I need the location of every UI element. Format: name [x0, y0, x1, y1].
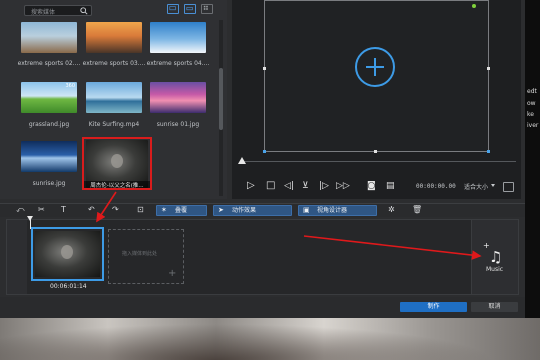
media-caption: sunrise 01.jpg — [156, 121, 200, 128]
resize-handle[interactable] — [263, 150, 266, 153]
cancel-label: 取消 — [488, 303, 501, 310]
media-thumbnail[interactable] — [21, 22, 77, 53]
media-caption: extreme sports 04.... — [146, 60, 210, 67]
resize-handle[interactable] — [487, 150, 490, 153]
external-preview-button[interactable] — [503, 182, 514, 192]
drop-hint: 拖入媒体到此处 — [122, 251, 158, 257]
media-caption: extreme sports 03.... — [82, 60, 146, 67]
clip-duration: 00:06:01:14 — [50, 283, 87, 290]
track-header — [7, 220, 27, 294]
playhead-marker[interactable] — [27, 216, 33, 221]
media-thumbnail[interactable] — [150, 82, 206, 113]
add-media-icon[interactable] — [355, 47, 395, 87]
media-thumbnail[interactable]: 360 — [21, 82, 77, 113]
rotate-left-icon[interactable]: ↶ — [88, 204, 95, 216]
desktop-strip: edt ow ke iver — [525, 0, 540, 318]
media-thumbnail[interactable] — [150, 22, 206, 53]
stop-icon[interactable]: □ — [266, 181, 275, 191]
trash-icon[interactable]: 🗑 — [412, 204, 422, 216]
background-photo-shade — [0, 318, 540, 360]
search-placeholder: 搜索媒体 — [31, 9, 56, 16]
cut-icon[interactable]: ✂ — [38, 204, 45, 216]
search-input[interactable]: 搜索媒体 — [24, 5, 92, 16]
progress-knob[interactable] — [238, 157, 246, 164]
cancel-button[interactable]: 取消 — [471, 302, 518, 312]
search-icon[interactable] — [80, 7, 88, 15]
media-thumbnail[interactable] — [86, 82, 142, 113]
media-caption: grassland.jpg — [28, 121, 70, 128]
media-caption: Kite Surfing.mp4 — [88, 121, 140, 128]
grid-icon — [203, 5, 208, 10]
desktop-fragment: iver — [527, 122, 539, 129]
selection-highlight — [82, 137, 152, 190]
media-thumbnail[interactable] — [21, 141, 77, 172]
settings-icon[interactable]: ✲ — [388, 204, 395, 216]
view-mode-button[interactable] — [167, 4, 179, 14]
grid-view-button[interactable] — [201, 4, 213, 14]
next-frame-icon[interactable]: |▷ — [319, 181, 329, 191]
media-thumbnail[interactable] — [86, 22, 142, 53]
media-caption: extreme sports 02.... — [17, 60, 81, 67]
motion-icon: ➤ — [218, 206, 224, 214]
produce-label: 制作 — [427, 303, 440, 310]
prev-frame-icon[interactable]: ◁| — [284, 181, 294, 191]
chevron-down-icon[interactable] — [491, 184, 495, 187]
360-badge: 360 — [65, 83, 75, 89]
desktop-fragment: edt — [527, 88, 537, 95]
music-note-icon[interactable]: ♫ — [489, 248, 502, 266]
pip-icon: ▣ — [303, 206, 310, 214]
pip-designer-button[interactable]: ▣ 视角设计器 — [298, 205, 377, 216]
media-scrollbar-thumb[interactable] — [219, 68, 223, 130]
rotate-right-icon[interactable]: ↷ — [112, 204, 119, 216]
fast-forward-icon[interactable]: ▷▷ — [336, 181, 350, 191]
subtitle-icon[interactable]: ▤ — [386, 181, 395, 191]
pip-label: 视角设计器 — [317, 207, 348, 214]
produce-button[interactable]: 制作 — [400, 302, 467, 312]
desktop-fragment: ke — [527, 111, 534, 118]
crop-icon[interactable]: ⊡ — [137, 204, 144, 216]
view-mode-button[interactable] — [184, 4, 196, 14]
motion-label: 动作效果 — [232, 207, 257, 214]
overlay-button[interactable]: ✶ 叠覆 — [156, 205, 207, 216]
clip-frame — [35, 231, 100, 277]
fit-size-select[interactable]: 适合大小 — [464, 182, 488, 191]
music-label: Music — [486, 266, 504, 273]
timecode-display: 00:00:00.00 — [416, 183, 456, 190]
play-icon[interactable]: ▷ — [247, 181, 255, 191]
add-icon[interactable]: + — [168, 268, 176, 279]
preview-progress[interactable] — [244, 161, 516, 162]
overlay-icon: ✶ — [161, 206, 167, 214]
undo-icon[interactable]: ⤺ — [16, 204, 25, 216]
motion-effects-button[interactable]: ➤ 动作效果 — [213, 205, 292, 216]
resize-handle[interactable] — [487, 67, 490, 70]
monitor-icon — [169, 6, 176, 11]
resize-handle[interactable] — [263, 67, 266, 70]
desktop-fragment: ow — [527, 100, 536, 107]
media-caption: sunrise.jpg — [32, 180, 66, 187]
text-icon[interactable]: T — [61, 204, 66, 216]
timeline-view-icon — [186, 7, 193, 11]
video-frame — [61, 244, 73, 259]
snapshot-frame-icon[interactable]: ⊻ — [302, 181, 309, 191]
camera-icon[interactable]: ◙ — [367, 181, 376, 191]
overlay-label: 叠覆 — [175, 207, 188, 214]
timeline-clip[interactable] — [31, 227, 104, 281]
status-dot — [472, 4, 476, 8]
resize-handle[interactable] — [374, 150, 377, 153]
